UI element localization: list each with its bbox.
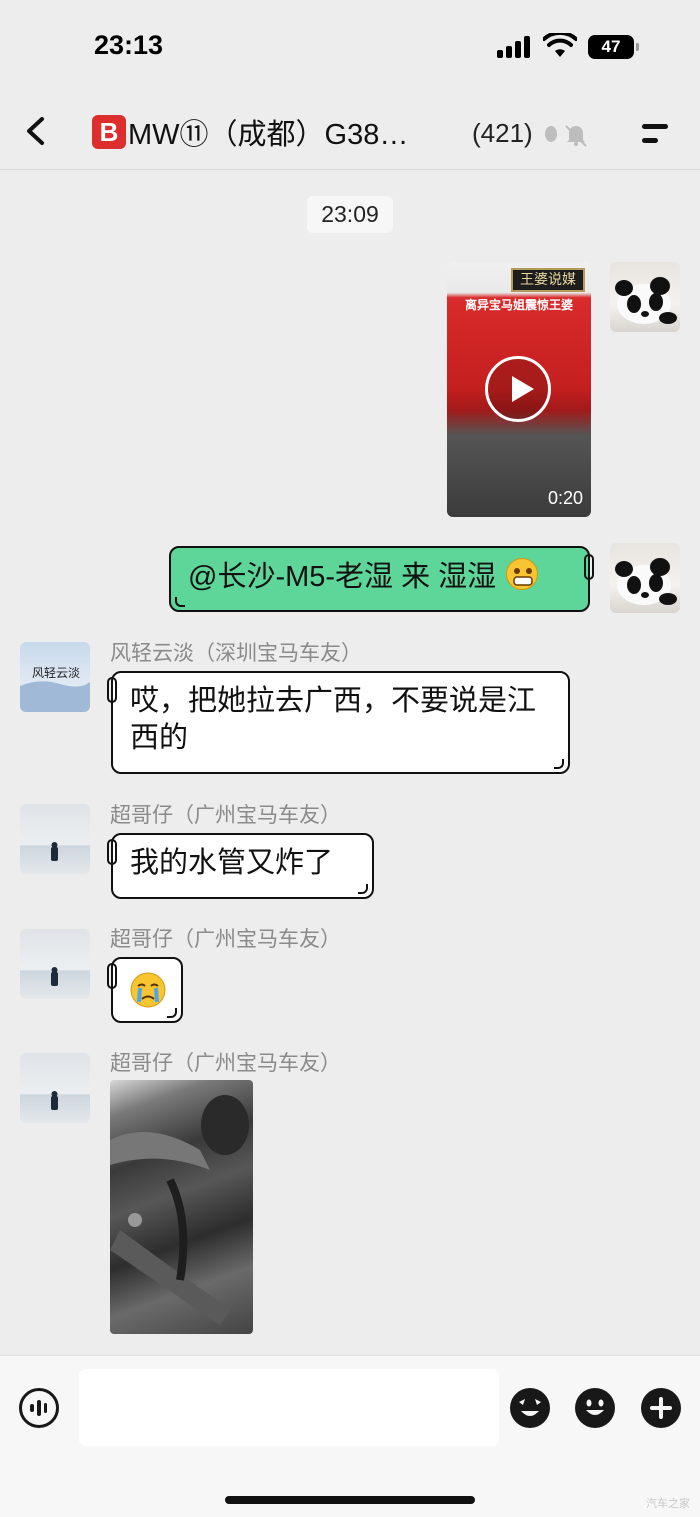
crying-emoji-icon	[130, 972, 166, 1008]
input-bar: 汽车之家	[0, 1355, 700, 1517]
status-time: 23:13	[94, 30, 164, 60]
battery-cap	[636, 43, 639, 51]
bubble-corner	[167, 1008, 177, 1018]
member-count: (421)	[472, 118, 533, 148]
my-avatar[interactable]	[610, 262, 680, 332]
sender-name: 超哥仔（广州宝马车友）	[110, 804, 341, 827]
bubble-corner	[175, 597, 185, 607]
time-tag: 23:09	[307, 196, 393, 233]
bubble-clip	[584, 554, 594, 580]
battery-icon: 47	[588, 35, 634, 59]
back-icon[interactable]	[22, 116, 50, 146]
play-icon[interactable]	[485, 356, 551, 422]
sent-text: @长沙-M5-老湿 来 湿湿	[188, 561, 497, 593]
sent-text-bubble[interactable]: @长沙-M5-老湿 来 湿湿	[169, 546, 594, 612]
video-caption: 离异宝马姐震惊王婆	[464, 298, 573, 312]
emoji-bubble[interactable]	[107, 957, 183, 1023]
bubble-corner	[358, 884, 368, 894]
bubble-corner	[554, 759, 564, 769]
video-sign: 王婆说媒	[511, 268, 585, 292]
b-badge-icon: B	[92, 115, 126, 149]
received-text-bubble[interactable]: 哎，把她拉去广西，不要说是江西的	[107, 671, 570, 774]
image-message[interactable]	[110, 1080, 253, 1334]
chat-title-wrap[interactable]: B MW⑪（成都）G38…	[92, 112, 408, 152]
message-text: 我的水管又炸了	[130, 847, 334, 879]
my-avatar[interactable]	[610, 543, 680, 613]
avatar-image	[51, 842, 58, 861]
avatar-image	[51, 967, 58, 986]
voice-icon[interactable]	[19, 1388, 59, 1428]
chat-title: MW⑪（成都）G38…	[128, 119, 409, 151]
panda-image	[615, 558, 677, 605]
message-text: 哎，把她拉去广西，不要说是江西的	[130, 685, 537, 754]
sender-name: 风轻云淡（深圳宝马车友）	[110, 642, 362, 665]
grinning-emoji-icon	[506, 558, 539, 590]
video-duration: 0:20	[547, 488, 583, 508]
sender-avatar[interactable]	[20, 804, 90, 874]
chat-header: B MW⑪（成都）G38… (421)	[0, 92, 700, 170]
status-bar: 23:13 47	[0, 0, 700, 90]
signal-icon	[497, 36, 533, 58]
bubble-clip	[107, 839, 117, 865]
more-icon[interactable]	[640, 121, 670, 147]
sender-name: 超哥仔（广州宝马车友）	[110, 1052, 341, 1075]
sender-avatar[interactable]	[20, 1053, 90, 1123]
home-indicator	[225, 1496, 475, 1504]
emoji-icon[interactable]	[575, 1388, 615, 1428]
watermark: 汽车之家	[646, 1498, 690, 1510]
sender-avatar[interactable]	[20, 929, 90, 999]
plus-icon[interactable]	[641, 1388, 681, 1428]
bubble-clip	[107, 677, 117, 703]
received-text-bubble[interactable]: 我的水管又炸了	[107, 833, 374, 899]
video-message[interactable]: 王婆说媒 离异宝马姐震惊王婆 0:20	[447, 262, 591, 517]
message-input[interactable]	[79, 1369, 499, 1446]
sticker-icon[interactable]	[510, 1388, 550, 1428]
avatar-text: 风轻云淡	[32, 666, 81, 680]
panda-image	[615, 277, 677, 324]
mute-icon	[545, 125, 587, 147]
avatar-image	[51, 1091, 58, 1110]
engine-image	[110, 1095, 249, 1325]
bubble-clip	[107, 963, 117, 989]
wifi-icon	[543, 33, 577, 57]
sender-name: 超哥仔（广州宝马车友）	[110, 928, 341, 951]
sender-avatar[interactable]: 风轻云淡	[20, 642, 90, 712]
